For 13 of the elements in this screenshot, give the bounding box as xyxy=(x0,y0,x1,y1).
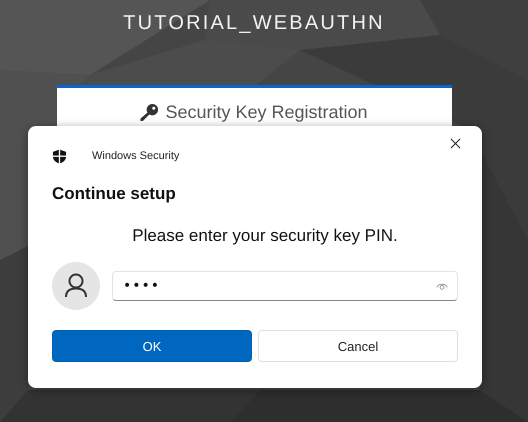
cancel-button[interactable]: Cancel xyxy=(258,330,458,362)
shield-icon xyxy=(52,148,67,164)
site-title: TUTORIAL_WEBAUTHN xyxy=(123,11,385,36)
pin-field[interactable]: •••• xyxy=(112,271,458,301)
card-title: Security Key Registration xyxy=(165,102,368,123)
prompt-text: Please enter your security key PIN. xyxy=(132,226,398,246)
user-avatar-icon xyxy=(52,262,100,310)
app-name: Windows Security xyxy=(92,150,180,162)
dialog-heading: Continue setup xyxy=(52,184,177,204)
key-icon xyxy=(140,103,160,122)
ok-button[interactable]: OK xyxy=(52,330,252,362)
eye-icon[interactable] xyxy=(436,282,448,291)
close-icon[interactable] xyxy=(450,138,461,149)
